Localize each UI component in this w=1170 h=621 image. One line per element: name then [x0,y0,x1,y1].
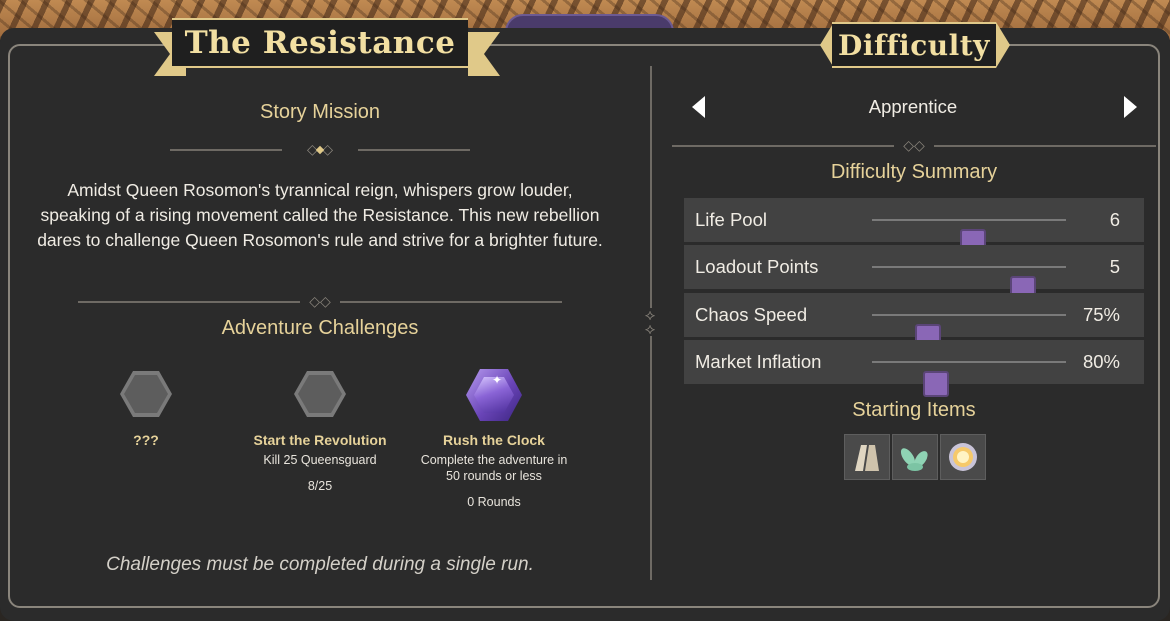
difficulty-ornament-knot: ◇◇ [894,138,934,154]
starting-items-heading: Starting Items [852,399,976,421]
difficulty-name: Apprentice [868,96,958,117]
setting-row: Chaos Speed 75% [684,293,1144,350]
slider-track[interactable] [872,361,1066,397]
difficulty-title: Difficulty [838,28,990,62]
next-difficulty-arrow-icon[interactable] [1124,96,1137,118]
challenge-title: ??? [133,432,159,448]
setting-row: Market Inflation 80% [684,340,1144,397]
mission-title-banner: The Resistance [172,18,468,68]
cloak-icon [855,445,879,471]
sun-orb-icon [949,443,977,471]
challenge-progress: 0 Rounds [467,495,521,509]
story-text: Amidst Queen Rosomon's tyrannical reign,… [37,180,603,250]
setting-label: Market Inflation [695,351,822,372]
challenges-heading: Adventure Challenges [221,317,419,339]
slider-track[interactable] [872,266,1066,302]
setting-label: Chaos Speed [695,304,808,325]
starting-item-slot[interactable] [892,434,938,480]
difficulty-banner-cap-right [996,22,1010,68]
divider-knot-ornament: ⟡ ⟡ [643,305,657,338]
slider-knob[interactable] [923,371,950,397]
slider-track[interactable] [872,314,1066,350]
setting-value: 5 [1109,256,1120,277]
setting-value: 75% [1082,304,1120,325]
difficulty-banner: Difficulty [832,22,996,68]
challenges-footer-note: Challenges must be completed during a si… [106,554,534,575]
story-heading: Story Mission [259,101,381,123]
setting-row: Life Pool 6 [684,198,1144,255]
banner-ribbon-right [468,32,500,76]
challenge-description: Complete the adventure in 50 rounds or l… [420,453,568,483]
herb-leaves-icon [900,448,928,471]
setting-label: Life Pool [695,209,767,230]
setting-value: 6 [1109,209,1120,230]
starting-item-slot[interactable] [844,434,890,480]
challenge-title: Start the Revolution [253,432,387,448]
challenge-description: Kill 25 Queensguard [263,453,377,467]
challenge-title: Rush the Clock [443,432,545,448]
challenges-ornament-knot: ◇◇ [300,294,340,310]
challenge-progress: 8/25 [307,479,333,493]
slider-track[interactable] [872,219,1066,255]
previous-difficulty-arrow-icon[interactable] [692,96,705,118]
starting-item-slot[interactable] [940,434,986,480]
setting-row: Loadout Points 5 [684,245,1144,302]
mission-title: The Resistance [184,25,456,61]
setting-label: Loadout Points [695,256,819,277]
setting-value: 80% [1082,351,1120,372]
summary-heading: Difficulty Summary [830,161,998,183]
